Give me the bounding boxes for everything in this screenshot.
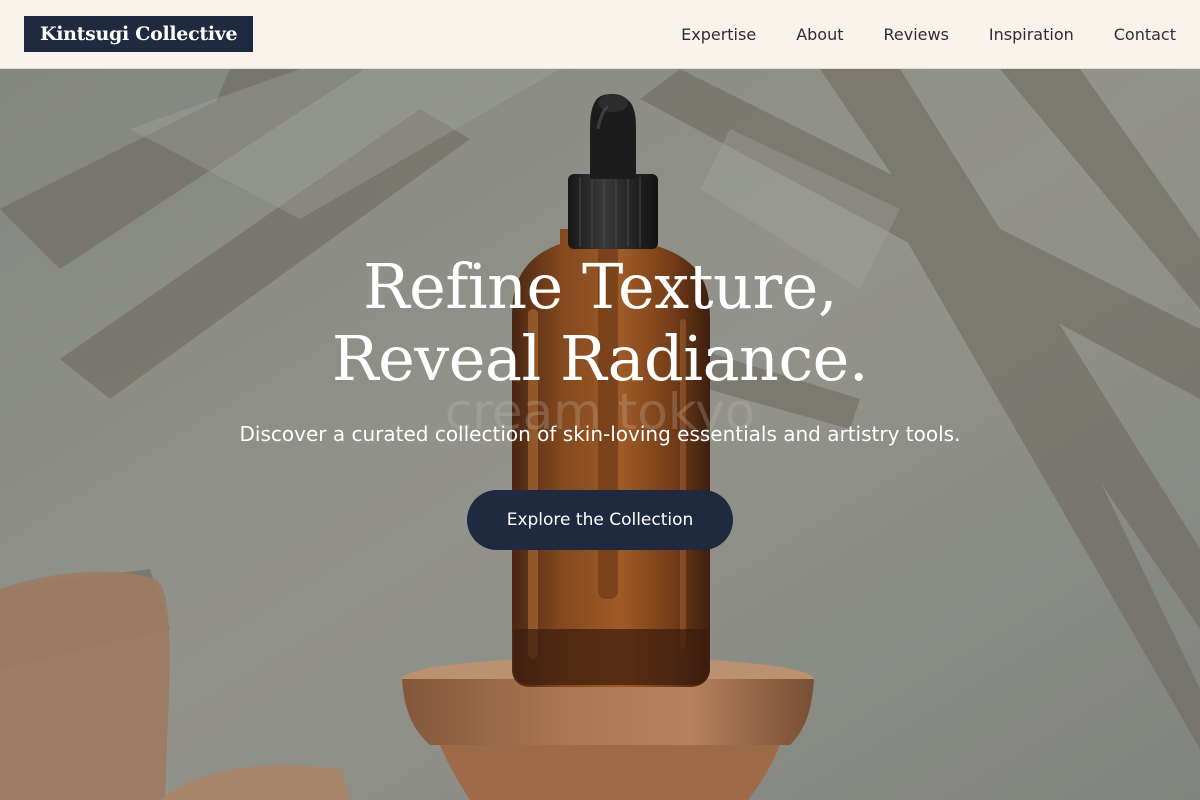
hero-headline: Refine Texture, Reveal Radiance. [0, 251, 1200, 395]
hero-subtitle: Discover a curated collection of skin-lo… [239, 422, 961, 446]
main-nav: Expertise About Reviews Inspiration Cont… [681, 25, 1176, 44]
hero-headline-line2: Reveal Radiance. [331, 322, 869, 395]
nav-item-about[interactable]: About [796, 25, 843, 44]
hero-headline-line1: Refine Texture, [362, 250, 838, 323]
nav-item-reviews[interactable]: Reviews [884, 25, 949, 44]
nav-item-contact[interactable]: Contact [1114, 25, 1176, 44]
hero-content: Refine Texture, Reveal Radiance. Discove… [0, 69, 1200, 800]
site-header: Kintsugi Collective Expertise About Revi… [0, 0, 1200, 69]
nav-item-inspiration[interactable]: Inspiration [989, 25, 1074, 44]
hero-section: cream tokyo Refine Texture, Reveal Radia… [0, 69, 1200, 800]
brand-logo[interactable]: Kintsugi Collective [24, 16, 254, 52]
nav-item-expertise[interactable]: Expertise [681, 25, 756, 44]
explore-collection-button[interactable]: Explore the Collection [467, 490, 733, 550]
